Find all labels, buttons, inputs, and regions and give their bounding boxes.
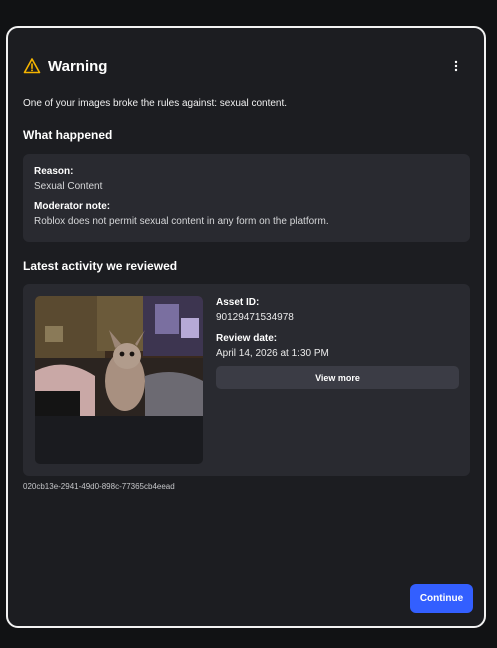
reviewed-image [35,296,203,416]
reason-label: Reason: [34,166,74,177]
moderator-note-label: Moderator note: [34,201,111,212]
moderator-note-value: Roblox does not permit sexual content in… [34,216,329,227]
continue-button[interactable]: Continue [410,584,473,613]
reference-id: 020cb13e-2941-49d0-898c-77365cb4eead [23,482,175,491]
reviewed-activity-card: Asset ID: 90129471534978 Review date: Ap… [23,284,470,476]
dialog-title: Warning [48,57,108,75]
more-vertical-icon[interactable] [447,57,465,75]
view-more-button[interactable]: View more [216,366,459,389]
violation-summary: One of your images broke the rules again… [23,98,288,109]
latest-activity-heading: Latest activity we reviewed [23,259,178,273]
violation-details-card: Reason: Sexual Content Moderator note: R… [23,154,470,242]
warning-triangle-icon [23,57,41,75]
reason-value: Sexual Content [34,181,103,192]
dialog-header: Warning [23,54,469,78]
review-date-value: April 14, 2026 at 1:30 PM [216,348,329,359]
asset-id-label: Asset ID: [216,297,260,308]
warning-dialog: Warning One of your images broke the rul… [6,26,486,628]
reviewed-image-thumbnail [35,296,203,464]
asset-id-value: 90129471534978 [216,312,294,323]
review-date-label: Review date: [216,333,278,344]
what-happened-heading: What happened [23,128,113,142]
